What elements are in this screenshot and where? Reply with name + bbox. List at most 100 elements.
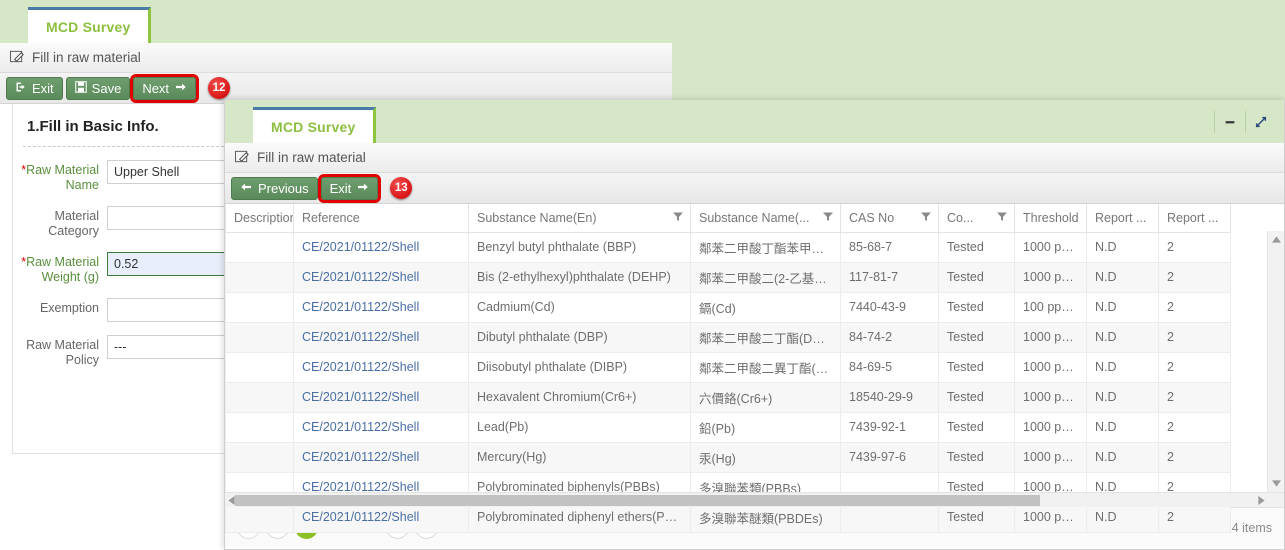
cell-cas_no: 7440-43-9 (840, 292, 939, 323)
filter-icon[interactable] (996, 210, 1008, 225)
reference-link[interactable]: CE/2021/01122/Shell (302, 390, 419, 404)
cell-report_2: 2 (1158, 352, 1231, 383)
cell-co: Tested (938, 322, 1015, 353)
form-fields-container: *Raw Material NameMaterial Category*Raw … (13, 160, 239, 368)
tab-label: MCD Survey (46, 18, 131, 35)
tab-mcd-survey-win2[interactable]: MCD Survey (253, 107, 377, 143)
table-row[interactable]: CE/2021/01122/Shell Dibutyl phthalate (DB… (225, 322, 1231, 353)
grid-header-label: Co... (947, 210, 974, 225)
reference-link[interactable]: CE/2021/01122/Shell (302, 240, 419, 254)
previous-button-win2[interactable]: Previous (231, 176, 318, 200)
form-input[interactable] (107, 252, 225, 276)
filter-icon[interactable] (672, 210, 684, 225)
scroll-up-icon[interactable] (1268, 231, 1284, 248)
grid-header-report_1[interactable]: Report ... (1086, 204, 1159, 233)
reference-link[interactable]: CE/2021/01122/Shell (302, 420, 419, 434)
form-label: Exemption (39, 301, 99, 315)
form-input[interactable] (107, 298, 225, 322)
arrow-right-icon (174, 81, 187, 96)
form-label: Raw Material Policy (26, 338, 99, 367)
table-row[interactable]: CE/2021/01122/Shell Mercury(Hg) 汞(Hg) 7439-… (225, 442, 1231, 473)
form-input[interactable] (107, 206, 225, 230)
window2-subbar: Fill in raw material (225, 143, 1284, 173)
form-label: Material Category (48, 209, 99, 238)
grid-header-cas_no[interactable]: CAS No (840, 204, 939, 233)
cell-co: Tested (938, 262, 1015, 293)
grid-header-reference[interactable]: Reference (293, 204, 469, 233)
scroll-right-icon[interactable] (1255, 495, 1267, 505)
reference-link[interactable]: CE/2021/01122/Shell (302, 270, 419, 284)
cell-substance_en: Cadmium(Cd) (468, 292, 691, 323)
table-row[interactable]: CE/2021/01122/Shell Bis (2-ethylhexyl)pht… (225, 262, 1231, 293)
horizontal-scroll-thumb[interactable] (235, 495, 1040, 506)
table-row[interactable]: CE/2021/01122/Shell Hexavalent Chromium(C… (225, 382, 1231, 413)
grid-header-report_2[interactable]: Report ... (1158, 204, 1231, 233)
window2-subbar-text: Fill in raw material (257, 150, 366, 165)
cell-reference: CE/2021/01122/Shell (293, 232, 469, 263)
minimize-icon[interactable] (1217, 109, 1243, 135)
maximize-diagonal-icon[interactable] (1248, 109, 1274, 135)
grid-horizontal-scrollbar[interactable] (225, 492, 1284, 507)
save-button-win1[interactable]: Save (65, 76, 131, 100)
grid-header-co[interactable]: Co... (938, 204, 1015, 233)
grid-vertical-scrollbar[interactable] (1267, 231, 1284, 492)
form-input[interactable] (107, 160, 225, 184)
reference-link[interactable]: CE/2021/01122/Shell (302, 510, 419, 524)
cell-reference: CE/2021/01122/Shell (293, 412, 469, 443)
cell-report_2: 2 (1158, 382, 1231, 413)
reference-link[interactable]: CE/2021/01122/Shell (302, 360, 419, 374)
grid-header-description[interactable]: Description (225, 204, 294, 233)
next-button-win1[interactable]: Next (130, 73, 200, 103)
substance-grid-wrapper: Description Reference Substance Name(En) Su… (225, 204, 1284, 533)
reference-link[interactable]: CE/2021/01122/Shell (302, 300, 419, 314)
cell-cas_no: 18540-29-9 (840, 382, 939, 413)
grid-header-label: Report ... (1167, 210, 1219, 225)
grid-header-label: Substance Name(... (699, 210, 810, 225)
filter-icon[interactable] (822, 210, 834, 225)
table-row[interactable]: CE/2021/01122/Shell Lead(Pb) 鉛(Pb) 7439-92-… (225, 412, 1231, 443)
grid-header-threshold[interactable]: Threshold (1014, 204, 1087, 233)
filter-icon[interactable] (920, 210, 932, 225)
exit-button-win2[interactable]: Exit (317, 173, 382, 203)
cell-description (225, 412, 294, 443)
window2-toolbar: Previous Exit 13 (225, 173, 1284, 204)
cell-substance_local: 鄰苯二甲酸二異丁酯(D… (690, 352, 841, 383)
screen-root: MCD Survey Fill in raw material Exit Sav… (0, 0, 1285, 550)
arrow-right-icon (356, 181, 369, 196)
control-separator (1214, 110, 1215, 133)
cell-substance_local: 鄰苯二甲酸丁酯苯甲酯… (690, 232, 841, 263)
grid-header-substance_local[interactable]: Substance Name(... (690, 204, 841, 233)
cell-report_2: 2 (1158, 322, 1231, 353)
cell-substance_en: Hexavalent Chromium(Cr6+) (468, 382, 691, 413)
cell-reference: CE/2021/01122/Shell (293, 292, 469, 323)
table-row[interactable]: CE/2021/01122/Shell Benzyl butyl phthalat… (225, 232, 1231, 263)
exit-button-win1[interactable]: Exit (6, 76, 63, 100)
grid-header-substance_en[interactable]: Substance Name(En) (468, 204, 691, 233)
window2-tabstrip: MCD Survey (225, 100, 1284, 143)
table-row[interactable]: CE/2021/01122/Shell Diisobutyl phthalate … (225, 352, 1231, 383)
cell-substance_local: 鄰苯二甲酸二丁酯(DBP) (690, 322, 841, 353)
edit-pencil-icon (10, 49, 25, 67)
cell-report_1: N.D (1086, 262, 1159, 293)
step-badge-13: 13 (390, 177, 413, 199)
tab-mcd-survey-win1[interactable]: MCD Survey (28, 7, 152, 43)
form-label: *Raw Material Name (21, 163, 99, 192)
scroll-down-icon[interactable] (1268, 475, 1284, 492)
window-fill-raw-material-step2: MCD Survey Fill in raw material Previous… (224, 100, 1285, 550)
cell-co: Tested (938, 412, 1015, 443)
table-row[interactable]: CE/2021/01122/Shell Cadmium(Cd) 鎘(Cd) 7440-… (225, 292, 1231, 323)
grid-header-label: Report ... (1095, 210, 1147, 225)
form-input[interactable] (107, 335, 225, 359)
exit-label: Exit (32, 80, 54, 96)
cell-report_2: 2 (1158, 232, 1231, 263)
edit-pencil-icon (235, 149, 250, 167)
cell-description (225, 382, 294, 413)
cell-threshold: 1000 pp… (1014, 322, 1087, 353)
reference-link[interactable]: CE/2021/01122/Shell (302, 450, 419, 464)
step-badge-12: 12 (208, 77, 231, 99)
reference-link[interactable]: CE/2021/01122/Shell (302, 330, 419, 344)
grid-header-label: Description (234, 210, 294, 225)
cell-report_1: N.D (1086, 322, 1159, 353)
form-title: 1.Fill in Basic Info. (27, 118, 159, 135)
cell-report_2: 2 (1158, 292, 1231, 323)
